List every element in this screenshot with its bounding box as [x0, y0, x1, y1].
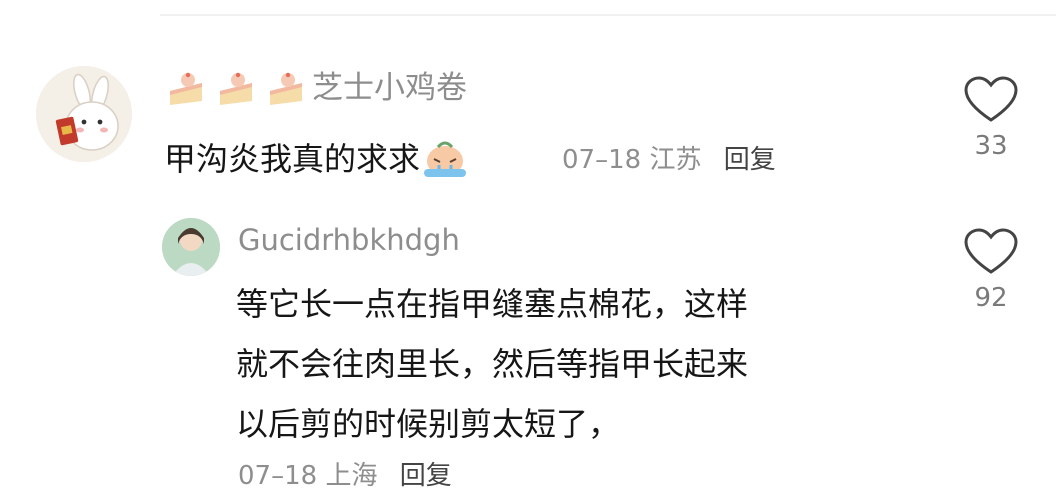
heart-icon: [964, 76, 1018, 122]
username[interactable]: Gucidrhbkhdgh: [238, 220, 460, 260]
like-count: 33: [974, 131, 1008, 161]
comment-text-line: 就不会往肉里长，然后等指甲长起来: [236, 345, 749, 383]
comment-date: 07–18: [562, 145, 642, 175]
cake-icon: [220, 72, 252, 105]
bunny-avatar-icon: [36, 66, 132, 162]
like-button[interactable]: 33: [956, 76, 1026, 162]
avatar[interactable]: [162, 218, 220, 276]
like-button[interactable]: 92: [956, 228, 1026, 314]
comment-location: 江苏: [649, 145, 702, 175]
comment-text-content: 甲沟炎我真的求求: [164, 140, 421, 178]
comment-text: 甲沟炎我真的求求: [164, 136, 468, 182]
avatar[interactable]: [36, 66, 132, 162]
comment-date: 07–18: [238, 461, 318, 491]
reply-button[interactable]: 回复: [724, 145, 776, 175]
crying-emoji-icon: [424, 141, 467, 177]
comment-location: 上海: [325, 461, 378, 491]
comment-meta: 07–18 江苏 回复: [562, 138, 776, 182]
reply-button[interactable]: 回复: [400, 461, 452, 491]
user-badges: [166, 66, 316, 110]
comment-text-line: 等它长一点在指甲缝塞点棉花，这样: [236, 285, 749, 323]
comment-text: 等它长一点在指甲缝塞点棉花，这样 就不会往肉里长，然后等指甲长起来 以后剪的时候…: [236, 274, 926, 454]
cake-icon: [270, 72, 302, 105]
comment-text-line: 以后剪的时候别剪太短了，: [236, 405, 621, 443]
top-divider: [160, 14, 1056, 16]
heart-icon: [964, 228, 1018, 274]
cake-icon: [170, 72, 202, 105]
user-avatar-icon: [162, 218, 220, 276]
comment-meta: 07–18 上海 回复: [238, 456, 452, 496]
like-count: 92: [974, 283, 1008, 313]
username[interactable]: 芝士小鸡卷: [312, 66, 467, 110]
